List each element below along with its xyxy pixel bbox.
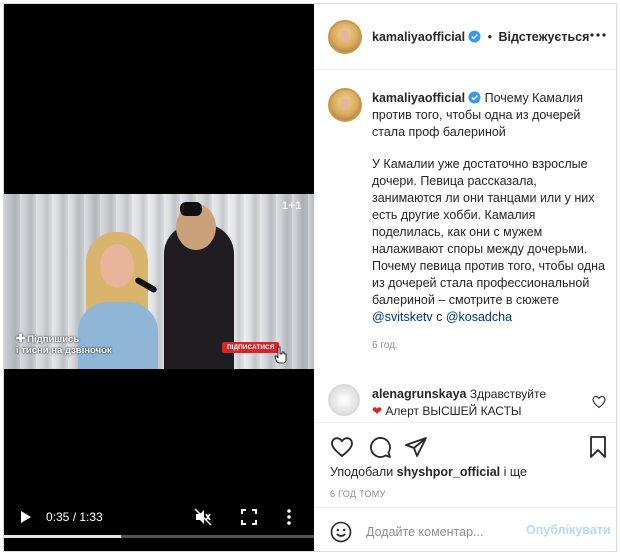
share-paper-plane-icon[interactable]: [404, 435, 428, 459]
commenter-username[interactable]: alenagrunskaya: [372, 387, 467, 401]
caption-username[interactable]: kamaliyaofficial: [372, 91, 465, 105]
post-comment-button[interactable]: Опублікувати: [526, 523, 611, 537]
blonde-person-face: [100, 244, 134, 288]
mention-link-svitsketv[interactable]: @svitsketv: [372, 310, 433, 324]
hand-cursor-icon: [274, 346, 287, 364]
commenter-avatar[interactable]: [328, 384, 360, 416]
video-progress-bar[interactable]: [4, 535, 314, 538]
likes-prefix: Уподобали: [330, 465, 397, 479]
avatar[interactable]: [328, 88, 362, 122]
subscribe-pill: ПІДПИСАТИСЯ: [222, 342, 280, 353]
overlay-line2: і тисни на дзвіночок: [16, 345, 112, 356]
verified-badge-icon: [468, 30, 481, 43]
emoji-smiley-icon[interactable]: [330, 521, 352, 543]
comment-line2: Алерт ВЫСШЕЙ КАСТЫ: [385, 404, 522, 418]
mention-link-kosadcha[interactable]: @kosadcha: [446, 310, 512, 324]
video-controls: 0:35 / 1:33: [4, 502, 314, 532]
caption-timestamp: 6 год.: [372, 340, 398, 351]
follow-status-button[interactable]: Відстежується: [498, 30, 589, 44]
caption-text: У Камалии уже достаточно взрослые дочери…: [372, 157, 605, 307]
avatar[interactable]: [328, 20, 362, 54]
comment-line1: Здравствуйте: [469, 387, 547, 401]
caption-body: kamaliyaofficial Почему Камалия против т…: [372, 90, 608, 354]
comment-bubble-icon[interactable]: [368, 435, 392, 459]
overlay-line1: Підпишись: [27, 334, 80, 345]
likes-user-link[interactable]: shyshpor_official: [397, 465, 501, 479]
plus-icon: ✚: [16, 333, 26, 345]
play-icon[interactable]: [18, 510, 32, 524]
video-frame[interactable]: 1+1 ✚ Підпишись і тисни на дзвіночок ПІДП…: [4, 194, 314, 369]
more-vertical-icon[interactable]: [284, 507, 294, 527]
comment-input[interactable]: [366, 522, 526, 542]
like-heart-icon[interactable]: [330, 435, 354, 459]
video-player[interactable]: 1+1 ✚ Підпишись і тисни на дзвіночок ПІДП…: [4, 4, 314, 551]
dot-separator: •: [487, 30, 492, 44]
header-username[interactable]: kamaliyaofficial: [372, 30, 465, 44]
comment-item: alenagrunskaya Здравствуйте ❤ Алерт ВЫСШ…: [328, 384, 608, 420]
post-actions: Уподобали shyshpor_official і ще 6 ГОД Т…: [314, 422, 616, 551]
post-dialog: 1+1 ✚ Підпишись і тисни на дзвіночок ПІДП…: [3, 3, 617, 552]
likes-summary: Уподобали shyshpor_official і ще: [330, 465, 527, 479]
header-user: kamaliyaofficial • Відстежується: [372, 30, 589, 44]
video-time: 0:35 / 1:33: [46, 510, 103, 524]
verified-badge-icon: [468, 91, 481, 104]
post-side-panel: kamaliyaofficial • Відстежується kamaliy…: [314, 4, 616, 551]
red-heart-icon: ❤: [372, 404, 383, 418]
caption-joiner: с: [432, 310, 446, 324]
video-progress-fill: [4, 535, 121, 538]
mute-icon[interactable]: [194, 508, 212, 526]
more-options-icon[interactable]: [590, 32, 606, 38]
comment-like-icon[interactable]: [592, 395, 606, 409]
comment-text: alenagrunskaya Здравствуйте ❤ Алерт ВЫСШ…: [372, 386, 582, 420]
post-header: kamaliyaofficial • Відстежується: [314, 4, 616, 70]
channel-logo: 1+1: [281, 200, 302, 212]
subscribe-overlay: ✚ Підпишись і тисни на дзвіночок: [16, 333, 112, 357]
interviewer-bow: [180, 202, 202, 216]
bookmark-icon[interactable]: [586, 435, 610, 459]
add-comment-bar: Опублікувати: [314, 507, 616, 551]
likes-suffix: і ще: [500, 465, 527, 479]
fullscreen-icon[interactable]: [240, 508, 258, 526]
post-timestamp: 6 ГОД ТОМУ: [330, 489, 386, 499]
